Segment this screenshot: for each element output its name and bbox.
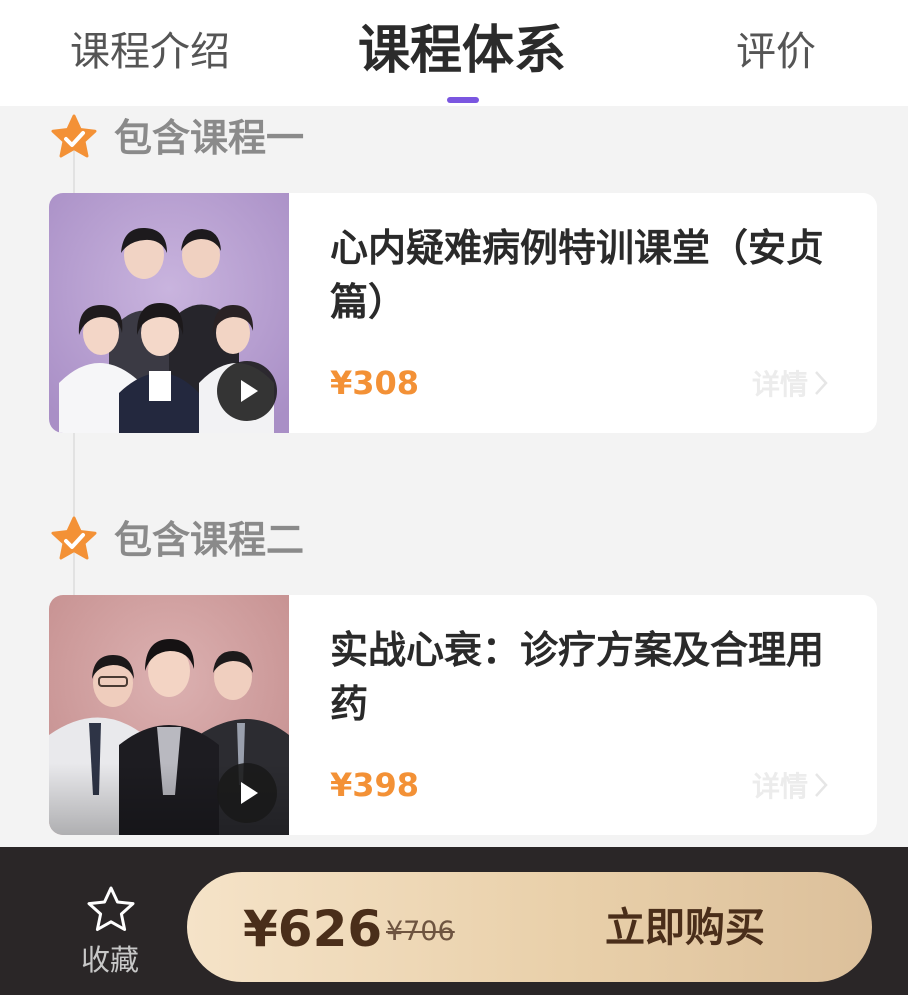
play-button-2[interactable] bbox=[217, 763, 277, 823]
details-link-1[interactable]: 详情 bbox=[752, 365, 828, 405]
favorite-button[interactable]: 收藏 bbox=[76, 885, 146, 977]
chevron-right-icon bbox=[815, 773, 828, 797]
course-title-1[interactable]: 心内疑难病例特训课堂（安贞篇） bbox=[330, 221, 850, 329]
bottom-bar: 收藏 ¥626 ¥706 立即购买 bbox=[0, 847, 908, 995]
tab-course-system[interactable]: 课程体系 bbox=[358, 20, 566, 82]
details-label-1: 详情 bbox=[752, 368, 809, 401]
original-price: ¥706 bbox=[386, 916, 455, 947]
play-button-1[interactable] bbox=[217, 361, 277, 421]
buy-now-button[interactable]: 立即购买 bbox=[605, 900, 765, 956]
details-link-2[interactable]: 详情 bbox=[752, 767, 828, 807]
course-price-1: ¥308 bbox=[330, 364, 420, 402]
section-title-2: 包含课程二 bbox=[114, 518, 305, 562]
course-card-2[interactable]: 实战心衰：诊疗方案及合理用药 ¥398 详情 bbox=[49, 595, 877, 835]
play-icon bbox=[241, 380, 258, 402]
total-price: ¥626 bbox=[243, 900, 383, 958]
star-outline-icon bbox=[87, 886, 135, 931]
details-label-2: 详情 bbox=[752, 770, 809, 803]
purchase-bar[interactable]: ¥626 ¥706 立即购买 bbox=[187, 872, 872, 982]
tab-bar: 课程介绍 课程体系 评价 bbox=[0, 0, 908, 106]
section-title-1: 包含课程一 bbox=[114, 116, 305, 160]
course-price-2: ¥398 bbox=[330, 766, 420, 804]
star-check-icon bbox=[51, 114, 97, 158]
play-icon bbox=[241, 782, 258, 804]
favorite-label: 收藏 bbox=[81, 943, 140, 977]
course-card-1[interactable]: 心内疑难病例特训课堂（安贞篇） ¥308 详情 bbox=[49, 193, 877, 433]
active-tab-indicator bbox=[447, 97, 479, 103]
tab-course-intro[interactable]: 课程介绍 bbox=[70, 26, 230, 78]
chevron-right-icon bbox=[815, 371, 828, 395]
tab-reviews[interactable]: 评价 bbox=[736, 26, 816, 78]
course-title-2[interactable]: 实战心衰：诊疗方案及合理用药 bbox=[330, 623, 850, 731]
star-check-icon bbox=[51, 516, 97, 560]
